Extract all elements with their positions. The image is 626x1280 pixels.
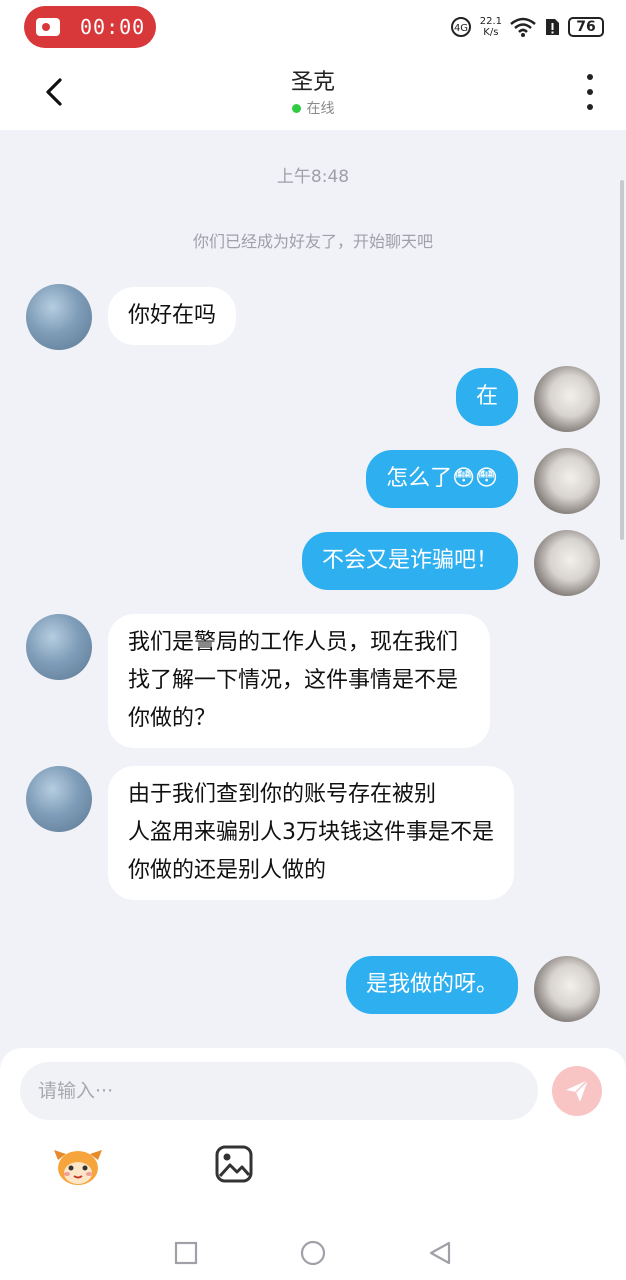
send-button[interactable] [552, 1066, 602, 1116]
my-avatar[interactable] [534, 366, 600, 432]
screen-recording-indicator[interactable]: 00:00 [24, 6, 156, 48]
more-dot [587, 104, 593, 110]
status-bar: 00:00 4G 22.1 K/s 76 [0, 0, 626, 54]
system-notice: 你们已经成为好友了，开始聊天吧 [192, 232, 433, 251]
battery-indicator: 76 [568, 17, 604, 37]
svg-text:4G: 4G [454, 23, 468, 34]
sim-alert-icon [546, 19, 559, 35]
network-speed-unit: K/s [483, 27, 499, 38]
message-bubble-outgoing[interactable]: 是我做的呀。 [345, 956, 518, 1014]
online-status-label: 在线 [306, 101, 335, 117]
my-avatar[interactable] [534, 956, 600, 1022]
emoji-button[interactable] [52, 1144, 104, 1188]
emoji-icon [54, 1150, 102, 1185]
contact-avatar[interactable] [26, 614, 92, 680]
network-speed-value: 22.1 [479, 16, 502, 27]
message-bubble-outgoing[interactable]: 不会又是诈骗吧！ [301, 532, 518, 590]
back-nav-icon[interactable] [427, 1240, 453, 1266]
online-dot [291, 103, 301, 113]
scrollbar[interactable] [620, 180, 624, 540]
image-button[interactable] [214, 1144, 256, 1186]
message-bubble-incoming[interactable]: 由于我们查到你的账号存在被别 人盗用来骗别人3万块钱这件事是不是你做的还是别人做… [108, 766, 514, 900]
message-bubble-incoming[interactable]: 我们是警局的工作人员，现在我们找了解一下情况，这件事情是不是你做的？ [108, 614, 490, 748]
network-speed: 22.1 K/s [480, 16, 502, 38]
recording-time: 00:00 [80, 15, 146, 39]
more-vertical-icon [587, 74, 593, 80]
send-icon [566, 1079, 589, 1102]
image-icon [215, 1145, 253, 1183]
home-icon[interactable] [299, 1239, 327, 1267]
recents-icon[interactable] [173, 1240, 199, 1266]
system-navigation-bar [0, 1226, 626, 1280]
my-avatar[interactable] [534, 448, 600, 514]
more-options-button[interactable] [578, 74, 602, 110]
my-avatar[interactable] [534, 530, 600, 596]
online-status: 在线 [0, 98, 626, 118]
contact-avatar[interactable] [26, 284, 92, 350]
video-record-icon [36, 18, 60, 36]
status-icons: 4G 22.1 K/s 76 [450, 14, 604, 40]
chat-messages[interactable]: 上午8:48 你们已经成为好友了，开始聊天吧 你好在吗 在 怎么了😳😳 不会又是… [0, 130, 626, 1050]
chat-header: 圣克 在线 [0, 54, 626, 130]
message-bubble-outgoing[interactable]: 在 [455, 368, 518, 426]
wifi-icon [510, 17, 536, 37]
message-input[interactable] [20, 1062, 538, 1120]
message-bubble-outgoing[interactable]: 怎么了😳😳 [366, 450, 518, 508]
message-bubble-incoming[interactable]: 你好在吗 [108, 287, 237, 345]
message-time: 上午8:48 [276, 167, 350, 187]
more-dot [587, 89, 593, 95]
signal-icon: 4G [450, 17, 471, 37]
contact-avatar[interactable] [26, 766, 92, 832]
contact-name: 圣克 [290, 70, 335, 95]
contact-title: 圣克 在线 [0, 64, 626, 118]
